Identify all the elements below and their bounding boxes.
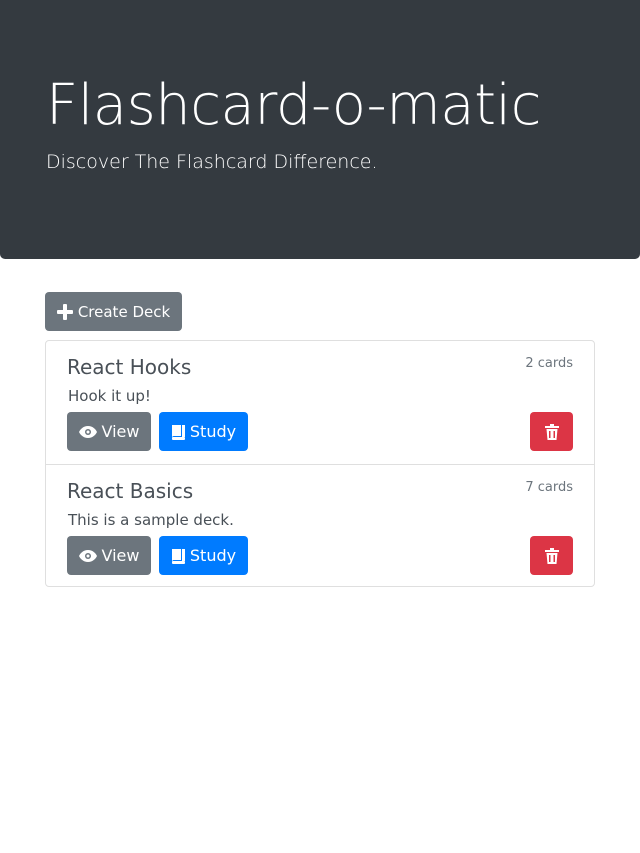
delete-deck-button[interactable] — [530, 536, 573, 575]
eye-icon — [78, 549, 97, 562]
header-jumbotron: Flashcard-o-matic Discover The Flashcard… — [0, 0, 640, 259]
deck-description: This is a sample deck. — [68, 511, 234, 529]
deck-description: Hook it up! — [68, 387, 151, 405]
deck-card-count: 2 cards — [525, 356, 573, 371]
deck-list: React Hooks 2 cards Hook it up! View Stu… — [45, 340, 595, 587]
create-deck-label: Create Deck — [77, 302, 171, 321]
trash-icon — [544, 423, 559, 440]
deck-name: React Basics — [67, 479, 194, 503]
book-icon — [171, 424, 185, 440]
deck-item: React Hooks 2 cards Hook it up! View Stu… — [46, 341, 594, 464]
trash-icon — [544, 547, 559, 564]
page-title: Flashcard-o-matic — [46, 73, 541, 138]
deck-name: React Hooks — [67, 355, 192, 379]
page-subtitle: Discover The Flashcard Difference. — [46, 151, 378, 173]
study-deck-label: Study — [189, 546, 237, 565]
create-deck-button[interactable]: Create Deck — [45, 292, 182, 331]
delete-deck-button[interactable] — [530, 412, 573, 451]
view-deck-label: View — [101, 546, 140, 565]
view-deck-label: View — [101, 422, 140, 441]
view-deck-button[interactable]: View — [67, 412, 151, 451]
plus-icon — [56, 303, 73, 320]
deck-item: React Basics 7 cards This is a sample de… — [46, 464, 594, 587]
study-deck-button[interactable]: Study — [159, 412, 248, 451]
eye-icon — [78, 425, 97, 438]
study-deck-label: Study — [189, 422, 237, 441]
study-deck-button[interactable]: Study — [159, 536, 248, 575]
view-deck-button[interactable]: View — [67, 536, 151, 575]
deck-card-count: 7 cards — [525, 480, 573, 495]
book-icon — [171, 548, 185, 564]
